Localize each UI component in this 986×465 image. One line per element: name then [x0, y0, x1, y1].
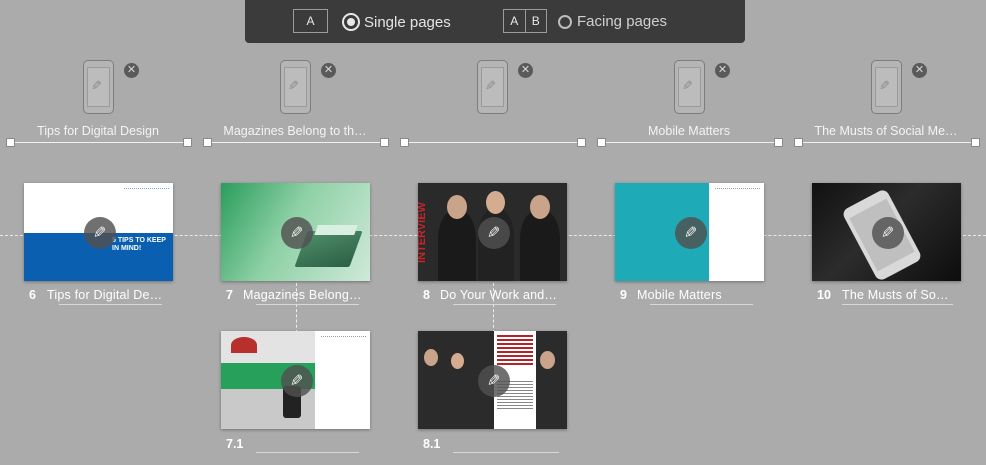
page-number: 7	[226, 288, 233, 302]
thumb-person	[438, 211, 476, 281]
thumb-magazine-cover	[314, 225, 358, 235]
page-title[interactable]: Tips for Digital De…	[47, 288, 169, 302]
thumb-face	[447, 195, 467, 219]
section-end-handle[interactable]	[774, 138, 783, 147]
page-title[interactable]: Magazines Belong…	[243, 288, 365, 302]
section-range-line	[601, 142, 778, 143]
page-title[interactable]: Do Your Work and…	[440, 288, 562, 302]
facing-pages-label: Facing pages	[577, 13, 668, 30]
section-range-line	[798, 142, 975, 143]
section-start-handle[interactable]	[794, 138, 803, 147]
page-title-underline	[59, 304, 162, 305]
pencil-icon: ✎	[91, 78, 102, 93]
pencil-icon[interactable]: ✎	[872, 217, 904, 249]
mobile-device-icon[interactable]: ✎	[871, 60, 902, 114]
thumb-face	[540, 351, 555, 369]
thumb-face	[424, 349, 438, 366]
section-end-handle[interactable]	[380, 138, 389, 147]
page-thumbnail[interactable]: INTERVIEW ✎	[418, 183, 567, 281]
close-icon[interactable]: ✕	[321, 63, 336, 78]
thumb-headline: 5 TIPS TO KEEP IN MIND!	[112, 237, 166, 252]
pencil-icon[interactable]: ✎	[84, 217, 116, 249]
facing-pages-radio[interactable]	[558, 14, 572, 29]
single-pages-radio[interactable]	[342, 13, 360, 31]
page-title-underline	[453, 304, 556, 305]
pencil-icon[interactable]: ✎	[281, 365, 313, 397]
page-number: 7.1	[226, 437, 244, 451]
pencil-icon: ✎	[682, 78, 693, 93]
page-thumbnail[interactable]: ✎	[812, 183, 961, 281]
facing-right-letter: B	[531, 14, 540, 28]
pencil-icon[interactable]: ✎	[281, 217, 313, 249]
thumb-red-text	[497, 335, 533, 365]
thumb-white-panel	[709, 183, 764, 281]
thumb-interview-text: INTERVIEW	[418, 202, 428, 263]
facing-pages-layout-icon[interactable]: A B	[503, 9, 547, 33]
page-title-underline	[256, 452, 359, 453]
layout-toggle-bar: A Single pages A B Facing pages	[245, 0, 745, 43]
section-range-line	[207, 142, 384, 143]
page-thumbnail[interactable]: 5 TIPS TO KEEP IN MIND! ✎	[24, 183, 173, 281]
section-range-line	[404, 142, 581, 143]
pencil-icon: ✎	[879, 78, 890, 93]
close-icon[interactable]: ✕	[912, 63, 927, 78]
mobile-device-icon[interactable]: ✎	[674, 60, 705, 114]
section-end-handle[interactable]	[971, 138, 980, 147]
thumb-photo-right	[536, 331, 567, 429]
section-start-handle[interactable]	[597, 138, 606, 147]
mobile-device-icon[interactable]: ✎	[280, 60, 311, 114]
section-end-handle[interactable]	[183, 138, 192, 147]
facing-pages-option[interactable]: Facing pages	[558, 13, 667, 30]
single-pages-label: Single pages	[364, 13, 451, 31]
facing-left-letter: A	[510, 14, 519, 28]
section-title[interactable]: Magazines Belong to th…	[205, 124, 385, 138]
thumb-face	[451, 353, 464, 369]
page-number: 8	[423, 288, 430, 302]
page-title-underline	[256, 304, 359, 305]
page-thumbnail[interactable]: ✎	[221, 331, 370, 429]
mobile-device-icon[interactable]: ✎	[83, 60, 114, 114]
close-icon[interactable]: ✕	[518, 63, 533, 78]
page-thumbnail[interactable]: ✎	[615, 183, 764, 281]
close-icon[interactable]: ✕	[124, 63, 139, 78]
single-page-layout-icon[interactable]: A	[293, 9, 328, 33]
single-page-letter: A	[306, 14, 315, 28]
section-title[interactable]: Tips for Digital Design	[8, 124, 188, 138]
section-title[interactable]: Mobile Matters	[599, 124, 779, 138]
section-end-handle[interactable]	[577, 138, 586, 147]
page-title-underline	[842, 304, 953, 305]
pencil-icon[interactable]: ✎	[478, 217, 510, 249]
page-title[interactable]: Mobile Matters	[637, 288, 759, 302]
page-number: 9	[620, 288, 627, 302]
page-number: 8.1	[423, 437, 441, 451]
thumb-rule	[321, 336, 366, 339]
section-start-handle[interactable]	[203, 138, 212, 147]
thumb-rule	[124, 188, 169, 191]
page-number: 6	[29, 288, 36, 302]
section-title[interactable]: The Musts of Social Me…	[796, 124, 976, 138]
pencil-icon: ✎	[288, 78, 299, 93]
thumb-rule	[715, 188, 760, 191]
pencil-icon: ✎	[485, 78, 496, 93]
page-title-underline	[453, 452, 559, 453]
thumb-umbrella	[231, 337, 257, 353]
thumb-face	[486, 191, 505, 214]
section-start-handle[interactable]	[6, 138, 15, 147]
section-start-handle[interactable]	[400, 138, 409, 147]
page-thumbnail[interactable]: ✎	[221, 183, 370, 281]
section-range-line	[10, 142, 187, 143]
mobile-device-icon[interactable]: ✎	[477, 60, 508, 114]
pencil-icon[interactable]: ✎	[675, 217, 707, 249]
page-number: 10	[817, 288, 831, 302]
page-thumbnail[interactable]: ✎	[418, 331, 567, 429]
thumb-person	[520, 211, 560, 281]
page-title[interactable]: The Musts of So…	[842, 288, 954, 302]
pencil-icon[interactable]: ✎	[478, 365, 510, 397]
close-icon[interactable]: ✕	[715, 63, 730, 78]
page-title-underline	[650, 304, 753, 305]
thumb-face	[530, 195, 550, 219]
single-pages-option[interactable]: Single pages	[342, 13, 451, 31]
